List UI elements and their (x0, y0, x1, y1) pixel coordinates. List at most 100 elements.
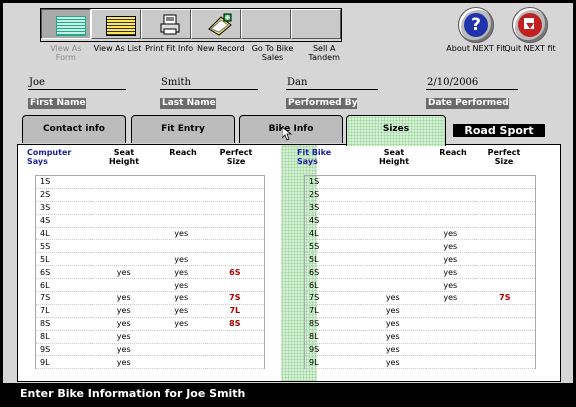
last-name-input[interactable]: Smith (160, 76, 258, 90)
tab-sizes[interactable]: Sizes (346, 115, 446, 146)
reach-cell (156, 201, 206, 215)
new-record-button[interactable] (191, 9, 241, 39)
table-row: 7S yes yes 7S (303, 291, 536, 305)
size-cell: 6L (303, 278, 360, 293)
table-row: 3S (303, 201, 536, 215)
view-as-form-label: View As Form (50, 44, 82, 62)
size-cell: 9L (34, 355, 91, 370)
size-cell: 6S (34, 265, 91, 280)
perfect-size-cell (205, 227, 265, 241)
seat-height-cell (359, 175, 426, 189)
table-row: 9S yes (34, 343, 265, 357)
table-row: 7L yes (303, 304, 536, 318)
seat-height-cell: yes (359, 291, 426, 305)
print-fit-info-button[interactable] (141, 9, 191, 39)
go-to-bike-sales-button[interactable] (241, 9, 291, 39)
reach-cell (425, 355, 475, 370)
seat-height-cell: yes (359, 355, 426, 370)
printer-icon (160, 14, 180, 35)
view-as-list-button[interactable] (91, 9, 141, 39)
size-cell: 5S (303, 239, 360, 254)
performed-by-input[interactable]: Dan (286, 76, 378, 90)
size-cell: 4L (303, 227, 360, 241)
date-performed-field: 2/10/2006 Date Performed (426, 76, 518, 109)
size-cell: 7L (34, 304, 91, 318)
size-cell: 6S (303, 265, 360, 280)
perfect-size-cell (474, 330, 536, 344)
form-area: View As Form View As List Print Fit Info… (3, 3, 573, 383)
date-performed-input[interactable]: 2/10/2006 (426, 76, 518, 90)
reach-cell: yes (156, 278, 206, 293)
fitbike-reach-header: Reach (439, 148, 467, 157)
size-cell: 4L (34, 227, 91, 241)
size-cell: 9S (34, 343, 91, 357)
table-row: 6S yes yes 6S (34, 265, 265, 280)
mouse-cursor-icon (282, 127, 292, 141)
computer-sizes-table: 1S 2S 3S 4S 4L yes 5S 5L yes 6S yes yes 6S 6L yes 7S yes… (34, 175, 265, 370)
table-row: 5L yes (34, 252, 265, 267)
last-name-field: Smith Last Name (160, 76, 258, 109)
reach-cell (425, 214, 475, 228)
seat-height-cell (90, 201, 157, 215)
seat-height-cell (90, 252, 157, 267)
table-row: 9S yes (303, 343, 536, 357)
perfect-size-cell (474, 188, 536, 202)
size-cell: 8S (303, 317, 360, 331)
tab-contact-info[interactable]: Contact info (22, 115, 126, 143)
perfect-size-cell (474, 175, 536, 189)
status-text: Enter Bike Information for Joe Smith (20, 387, 246, 400)
perfect-size-cell (205, 188, 265, 202)
seat-height-cell (90, 278, 157, 293)
table-row: 7S yes yes 7S (34, 291, 265, 305)
about-button[interactable]: ? (458, 7, 494, 43)
reach-cell: yes (425, 265, 475, 280)
size-cell: 7L (303, 304, 360, 318)
sell-a-tandem-button[interactable] (291, 9, 341, 39)
about-label: About NEXT Fit (446, 44, 506, 53)
first-name-input[interactable]: Joe (28, 76, 126, 90)
sell-a-tandem-label: Sell A Tandem (308, 44, 340, 62)
computer-reach-header: Reach (169, 148, 197, 157)
table-row: 8S yes (303, 317, 536, 331)
reach-cell (156, 175, 206, 189)
reach-cell (425, 317, 475, 331)
size-cell: 4S (34, 214, 91, 228)
seat-height-cell: yes (359, 317, 426, 331)
reach-cell: yes (156, 265, 206, 280)
table-row: 4L yes (303, 227, 536, 241)
table-row: 5S (34, 239, 265, 254)
size-cell: 8S (34, 317, 91, 331)
perfect-size-cell (205, 175, 265, 189)
reach-cell: yes (156, 227, 206, 241)
view-as-list-label: View As List (93, 44, 142, 53)
seat-height-cell (359, 278, 426, 293)
seat-height-cell (90, 214, 157, 228)
seat-height-cell: yes (90, 343, 157, 357)
reach-cell (156, 214, 206, 228)
reach-cell: yes (156, 317, 206, 331)
seat-height-cell: yes (90, 265, 157, 280)
quit-button[interactable] (512, 7, 548, 43)
size-cell: 1S (34, 175, 91, 189)
reach-cell (156, 188, 206, 202)
table-row: 5L yes (303, 252, 536, 267)
perfect-size-cell (205, 252, 265, 267)
table-row: 2S (34, 188, 265, 202)
size-cell: 8L (34, 330, 91, 344)
size-cell: 3S (34, 201, 91, 215)
table-row: 1S (34, 175, 265, 189)
perfect-size-cell (205, 330, 265, 344)
help-icon: ? (464, 13, 488, 37)
reach-cell: yes (425, 227, 475, 241)
size-cell: 9L (303, 355, 360, 370)
view-as-form-button (41, 9, 91, 39)
perfect-size-cell (205, 201, 265, 215)
seat-height-cell: yes (90, 304, 157, 318)
size-cell: 3S (303, 201, 360, 215)
perfect-size-cell (205, 355, 265, 370)
date-performed-label: Date Performed (426, 98, 509, 109)
reach-cell (425, 330, 475, 344)
toolbar-labels: View As Form View As List Print Fit Info… (40, 44, 350, 62)
tab-fit-entry[interactable]: Fit Entry (131, 115, 235, 143)
seat-height-cell (90, 188, 157, 202)
